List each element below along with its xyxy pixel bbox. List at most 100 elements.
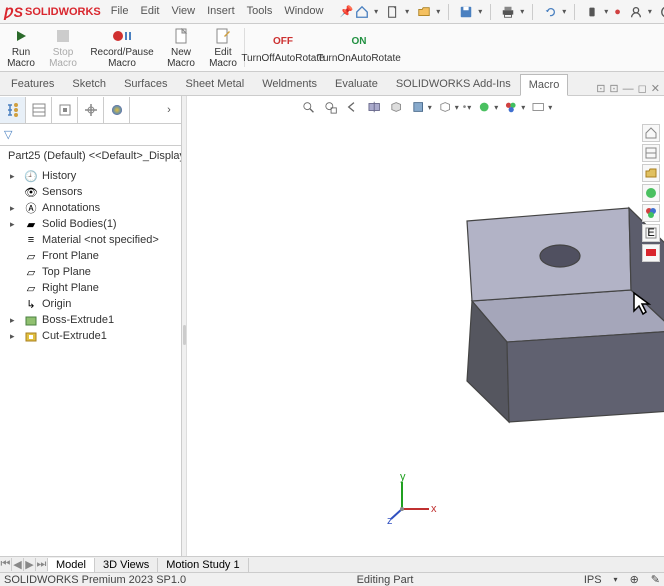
panel-minimize-icon[interactable]: —	[623, 83, 634, 95]
tab-surfaces[interactable]: Surfaces	[115, 73, 176, 95]
fm-tab-config[interactable]	[52, 97, 78, 123]
tree-origin[interactable]: ↳Origin	[0, 296, 181, 312]
bottom-tab-3dviews[interactable]: 3D Views	[95, 558, 158, 572]
menu-view[interactable]: View	[171, 5, 195, 18]
panel-close-icon[interactable]: ✕	[651, 82, 660, 95]
chevron-down-icon[interactable]: ▾	[548, 103, 552, 112]
turn-off-autorotate-button[interactable]: OFF TurnOffAutoRotate	[245, 24, 321, 71]
run-macro-button[interactable]: Run Macro	[0, 24, 42, 71]
user-icon[interactable]	[627, 3, 645, 21]
chevron-down-icon[interactable]: ▾	[614, 575, 618, 584]
bottom-tab-model[interactable]: Model	[48, 558, 95, 572]
tab-weldments[interactable]: Weldments	[253, 73, 326, 95]
menu-window[interactable]: Window	[284, 5, 323, 18]
display-style-icon[interactable]	[409, 98, 427, 116]
chevron-down-icon[interactable]: ▾	[520, 7, 524, 16]
home-icon[interactable]	[353, 3, 371, 21]
view-palette-icon[interactable]	[642, 184, 660, 202]
bt-nav-next[interactable]: ▶	[24, 558, 36, 571]
panel-options-icon[interactable]: ⊡	[609, 82, 618, 95]
appearances-icon[interactable]	[642, 204, 660, 222]
tab-sketch[interactable]: Sketch	[63, 73, 115, 95]
menu-insert[interactable]: Insert	[207, 5, 235, 18]
view-triad[interactable]: y x z	[387, 474, 437, 524]
fm-tab-dimxpert[interactable]	[78, 97, 104, 123]
status-custom-icon[interactable]: ⊕	[630, 573, 639, 586]
tab-features[interactable]: Features	[2, 73, 63, 95]
tree-top-plane[interactable]: ▱Top Plane	[0, 264, 181, 280]
fm-tab-display[interactable]	[104, 97, 130, 123]
chevron-down-icon[interactable]: ▾	[648, 7, 652, 16]
tree-right-plane[interactable]: ▱Right Plane	[0, 280, 181, 296]
tree-history[interactable]: ▸🕘History	[0, 168, 181, 184]
chevron-down-icon[interactable]: ▾	[428, 103, 432, 112]
chevron-down-icon[interactable]: ▾	[436, 7, 440, 16]
viewport[interactable]: ▾ ▾ • ▾ ▾ ▾ ▾ y x z	[187, 96, 664, 574]
chevron-down-icon[interactable]: ▾	[521, 103, 525, 112]
status-units[interactable]: IPS	[584, 574, 602, 586]
notification-icon[interactable]: ●	[614, 6, 621, 18]
select-icon[interactable]	[583, 3, 601, 21]
custom-props-icon[interactable]: E	[642, 224, 660, 242]
view-settings-icon[interactable]	[529, 98, 547, 116]
sw-resources-icon[interactable]	[642, 124, 660, 142]
print-icon[interactable]	[499, 3, 517, 21]
tree-sensors[interactable]: 👁Sensors	[0, 184, 181, 200]
chevron-down-icon[interactable]: ▾	[405, 7, 409, 16]
section-view-icon[interactable]	[365, 98, 383, 116]
hide-show-icon[interactable]	[436, 98, 454, 116]
record-pause-macro-button[interactable]: Record/Pause Macro	[84, 24, 160, 71]
chevron-down-icon[interactable]: ▾	[467, 103, 471, 112]
tab-add-ins[interactable]: SOLIDWORKS Add-Ins	[387, 73, 520, 95]
tree-cut-extrude[interactable]: ▸Cut-Extrude1	[0, 328, 181, 344]
menu-file[interactable]: File	[111, 5, 129, 18]
chevron-down-icon[interactable]: ▾	[562, 7, 566, 16]
edit-appearance-icon[interactable]	[475, 98, 493, 116]
bt-nav-first[interactable]: ⏮	[0, 558, 12, 571]
open-folder-icon[interactable]	[415, 3, 433, 21]
tree-front-plane[interactable]: ▱Front Plane	[0, 248, 181, 264]
turn-on-autorotate-button[interactable]: ON TurnOnAutoRotate	[321, 24, 397, 71]
chevron-down-icon[interactable]: ▾	[604, 7, 608, 16]
tab-sheet-metal[interactable]: Sheet Metal	[176, 73, 253, 95]
zoom-area-icon[interactable]	[321, 98, 339, 116]
design-library-icon[interactable]	[642, 144, 660, 162]
apply-scene-icon[interactable]	[502, 98, 520, 116]
zoom-fit-icon[interactable]	[299, 98, 317, 116]
menu-tools[interactable]: Tools	[247, 5, 273, 18]
expand-panel-icon[interactable]: ›	[157, 104, 181, 116]
save-icon[interactable]	[457, 3, 475, 21]
fm-tab-property[interactable]	[26, 97, 52, 123]
status-macro-icon[interactable]: ✎	[651, 573, 660, 586]
view-orientation-icon[interactable]	[387, 98, 405, 116]
sw-forum-icon[interactable]	[642, 244, 660, 262]
help-icon[interactable]: ?	[658, 3, 664, 21]
new-doc-icon[interactable]	[384, 3, 402, 21]
menu-pin-icon[interactable]: 📌	[339, 5, 353, 18]
fm-tab-tree[interactable]	[0, 97, 26, 123]
file-explorer-icon[interactable]	[642, 164, 660, 182]
tree-boss-extrude[interactable]: ▸Boss-Extrude1	[0, 312, 181, 328]
bt-nav-prev[interactable]: ◀	[12, 558, 24, 571]
bt-nav-last[interactable]: ⏭	[36, 558, 48, 571]
tree-material[interactable]: ≡Material <not specified>	[0, 232, 181, 248]
tab-macro[interactable]: Macro	[520, 74, 569, 96]
tree-annotations[interactable]: ▸ⒶAnnotations	[0, 200, 181, 216]
menu-edit[interactable]: Edit	[141, 5, 160, 18]
part-title[interactable]: Part25 (Default) <<Default>_Display Stat	[0, 146, 181, 166]
feature-tree: ▸🕘History 👁Sensors ▸ⒶAnnotations ▸▰Solid…	[0, 166, 181, 560]
panel-collapse-icon[interactable]: ⊡	[596, 82, 605, 95]
panel-restore-icon[interactable]: ◻	[638, 82, 647, 95]
tab-evaluate[interactable]: Evaluate	[326, 73, 387, 95]
previous-view-icon[interactable]	[343, 98, 361, 116]
chevron-down-icon[interactable]: ▾	[374, 7, 378, 16]
chevron-down-icon[interactable]: ▾	[478, 7, 482, 16]
tree-solid-bodies[interactable]: ▸▰Solid Bodies(1)	[0, 216, 181, 232]
chevron-down-icon[interactable]: ▾	[494, 103, 498, 112]
undo-icon[interactable]	[541, 3, 559, 21]
filter-icon[interactable]: ▽	[4, 128, 12, 141]
edit-macro-button[interactable]: Edit Macro	[202, 24, 244, 71]
chevron-down-icon[interactable]: ▾	[455, 103, 459, 112]
new-macro-button[interactable]: New Macro	[160, 24, 202, 71]
bottom-tab-motion[interactable]: Motion Study 1	[158, 558, 248, 572]
